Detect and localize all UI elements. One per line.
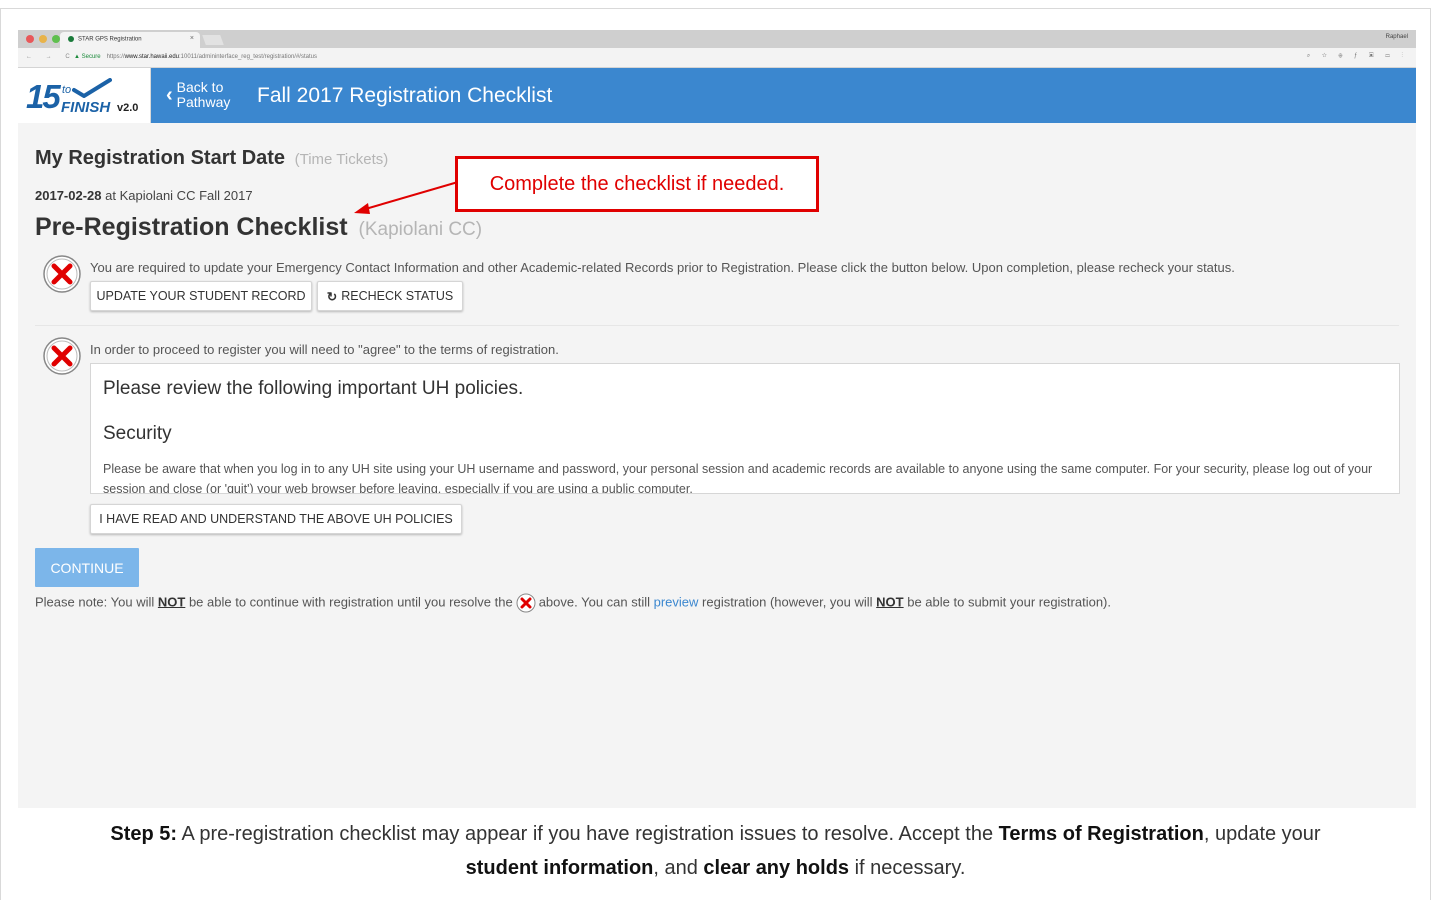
recheck-status-button[interactable]: ↻ RECHECK STATUS bbox=[317, 281, 463, 311]
back-line-2: Pathway bbox=[176, 94, 231, 110]
maximize-window-button[interactable] bbox=[52, 35, 60, 43]
start-date-heading-text: My Registration Start Date bbox=[35, 147, 286, 169]
step-caption: Step 5: A pre-registration checklist may… bbox=[0, 817, 1431, 885]
start-date-heading: My Registration Start Date (Time Tickets… bbox=[35, 147, 388, 170]
address-bar: ← → C ▲ Secure https://www.star.hawaii.ed… bbox=[18, 48, 1416, 68]
start-date-heading-note: (Time Tickets) bbox=[294, 151, 389, 168]
app-logo[interactable]: 15 to FINISH v2.0 bbox=[18, 68, 151, 123]
policy-textbox[interactable]: Please review the following important UH… bbox=[90, 363, 1400, 494]
caption-text-1: A pre-registration checklist may appear … bbox=[177, 823, 999, 845]
preview-link[interactable]: preview bbox=[654, 594, 699, 609]
close-window-button[interactable] bbox=[26, 35, 34, 43]
favicon-icon bbox=[68, 36, 74, 42]
caption-text-4: if necessary. bbox=[849, 857, 966, 879]
recheck-status-label: RECHECK STATUS bbox=[341, 289, 454, 303]
page-title: Fall 2017 Registration Checklist bbox=[257, 84, 553, 107]
tab-close-icon[interactable]: × bbox=[190, 35, 194, 42]
update-student-record-button[interactable]: UPDATE YOUR STUDENT RECORD bbox=[90, 281, 312, 311]
back-to-pathway-link[interactable]: ‹ Back to Pathway bbox=[166, 80, 230, 110]
error-x-icon bbox=[43, 337, 81, 375]
chevron-left-icon: ‹ bbox=[166, 83, 173, 106]
checklist-divider bbox=[35, 325, 1399, 326]
browser-extension-icons[interactable]: ⌕ ☆ ⊕ ƒ ▣ ▭ ⋮ bbox=[1307, 53, 1408, 60]
continue-button[interactable]: CONTINUE bbox=[35, 548, 139, 587]
note-not-2: NOT bbox=[876, 594, 904, 610]
app-header: 15 to FINISH v2.0 ‹ Back to Pathway Fall… bbox=[18, 68, 1416, 123]
url-host: www.star.hawaii.edu bbox=[124, 54, 180, 60]
logo-finish: FINISH bbox=[61, 99, 111, 116]
start-date-value: 2017-02-28 bbox=[35, 188, 102, 203]
tab-title: STAR GPS Registration bbox=[78, 36, 142, 43]
caption-text-3: , and bbox=[653, 857, 704, 879]
profile-name[interactable]: Raphael bbox=[1386, 34, 1408, 40]
note-text-3: above. You can still bbox=[538, 594, 654, 610]
secure-label: Secure bbox=[81, 54, 101, 60]
start-date-line: 2017-02-28 at Kapiolani CC Fall 2017 bbox=[35, 188, 253, 203]
back-line-1: Back to bbox=[176, 79, 224, 95]
logo-to: to bbox=[62, 84, 72, 96]
lock-icon: ▲ Secure bbox=[74, 54, 101, 60]
caption-terms: Terms of Registration bbox=[998, 823, 1204, 845]
main-content: My Registration Start Date (Time Tickets… bbox=[18, 123, 1416, 808]
browser-tab[interactable]: STAR GPS Registration × bbox=[60, 32, 200, 48]
logo-version: v2.0 bbox=[117, 102, 139, 114]
note-text-4: registration (however, you will bbox=[698, 594, 877, 610]
browser-chrome: STAR GPS Registration × Raphael ← → C ▲ … bbox=[18, 30, 1416, 68]
back-link-label: Back to Pathway bbox=[177, 80, 231, 110]
caption-clear-holds: clear any holds bbox=[703, 857, 850, 879]
refresh-icon: ↻ bbox=[326, 289, 338, 304]
update-record-message: You are required to update your Emergenc… bbox=[90, 260, 1235, 275]
new-tab-button[interactable] bbox=[202, 35, 224, 45]
window-controls bbox=[26, 35, 60, 43]
note-text-5: be able to submit your registration). bbox=[903, 594, 1112, 610]
note-text-2: be able to continue with registration un… bbox=[185, 594, 513, 610]
policy-text: Please be aware that when you log in to … bbox=[103, 462, 1373, 494]
logo-number: 15 bbox=[26, 78, 61, 115]
caption-step-label: Step 5: bbox=[110, 823, 178, 845]
checklist-heading-text: Pre-Registration Checklist bbox=[35, 213, 348, 241]
note-not-1: NOT bbox=[157, 594, 186, 610]
annotation-callout: Complete the checklist if needed. bbox=[455, 156, 819, 212]
callout-arrow-icon bbox=[354, 181, 459, 214]
browser-tab-bar: STAR GPS Registration × Raphael bbox=[18, 30, 1416, 48]
url-prefix: https:// bbox=[106, 54, 125, 60]
policy-heading: Please review the following important UH… bbox=[103, 378, 524, 399]
caption-student-info: student information bbox=[465, 857, 654, 879]
nav-buttons[interactable]: ← → C bbox=[26, 54, 76, 60]
minimize-window-button[interactable] bbox=[39, 35, 47, 43]
note-text-1: Please note: You will bbox=[35, 594, 158, 610]
registration-note: Please note: You will NOT be able to con… bbox=[35, 593, 1111, 613]
caption-text-2: , update your bbox=[1203, 823, 1321, 845]
checklist-heading-note: (Kapiolani CC) bbox=[358, 219, 483, 240]
start-date-at: at Kapiolani CC Fall 2017 bbox=[105, 188, 253, 203]
policy-section-title: Security bbox=[103, 423, 172, 444]
url-field[interactable]: ▲ Secure https://www.star.hawaii.edu:1001… bbox=[74, 54, 317, 60]
logo-checkmark-icon bbox=[72, 78, 112, 98]
inline-error-x-icon bbox=[516, 593, 536, 613]
terms-message: In order to proceed to register you will… bbox=[90, 342, 559, 357]
agree-policies-button[interactable]: I HAVE READ AND UNDERSTAND THE ABOVE UH … bbox=[90, 504, 462, 534]
url-path: :10011/admininterface_reg_test/registrat… bbox=[179, 54, 317, 60]
error-x-icon bbox=[43, 255, 81, 293]
